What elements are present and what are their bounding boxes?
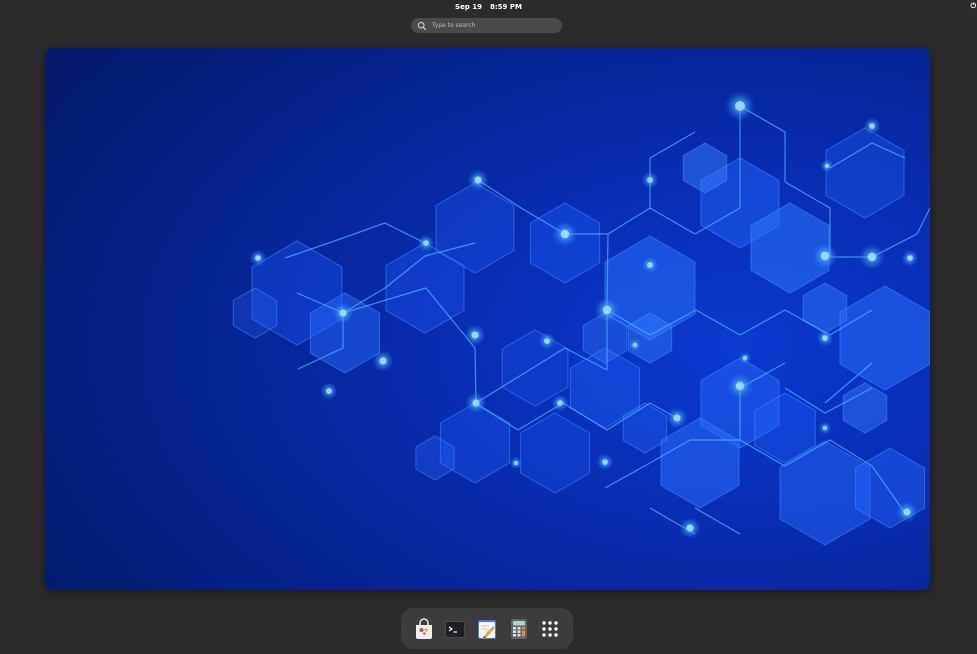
search-input[interactable] bbox=[432, 22, 552, 29]
dash bbox=[401, 608, 573, 649]
app-grid-icon[interactable] bbox=[537, 616, 563, 642]
top-bar: Sep 19 8:59 PM ⏻ bbox=[0, 0, 977, 14]
software-store-icon[interactable] bbox=[411, 616, 437, 642]
search-bar[interactable] bbox=[411, 18, 562, 33]
date-time-button[interactable]: Sep 19 8:59 PM bbox=[455, 3, 522, 11]
calculator-icon[interactable] bbox=[506, 616, 532, 642]
system-menu-icon[interactable]: ⏻ bbox=[970, 2, 976, 11]
time-label: 8:59 PM bbox=[490, 3, 522, 11]
wallpaper-image bbox=[45, 48, 930, 590]
text-editor-icon[interactable] bbox=[474, 616, 500, 642]
date-label: Sep 19 bbox=[455, 3, 483, 11]
terminal-icon[interactable] bbox=[442, 616, 468, 642]
search-icon bbox=[417, 21, 427, 30]
workspace-thumbnail[interactable] bbox=[45, 48, 930, 590]
gnome-activities-overview: Sep 19 8:59 PM ⏻ bbox=[0, 0, 977, 654]
